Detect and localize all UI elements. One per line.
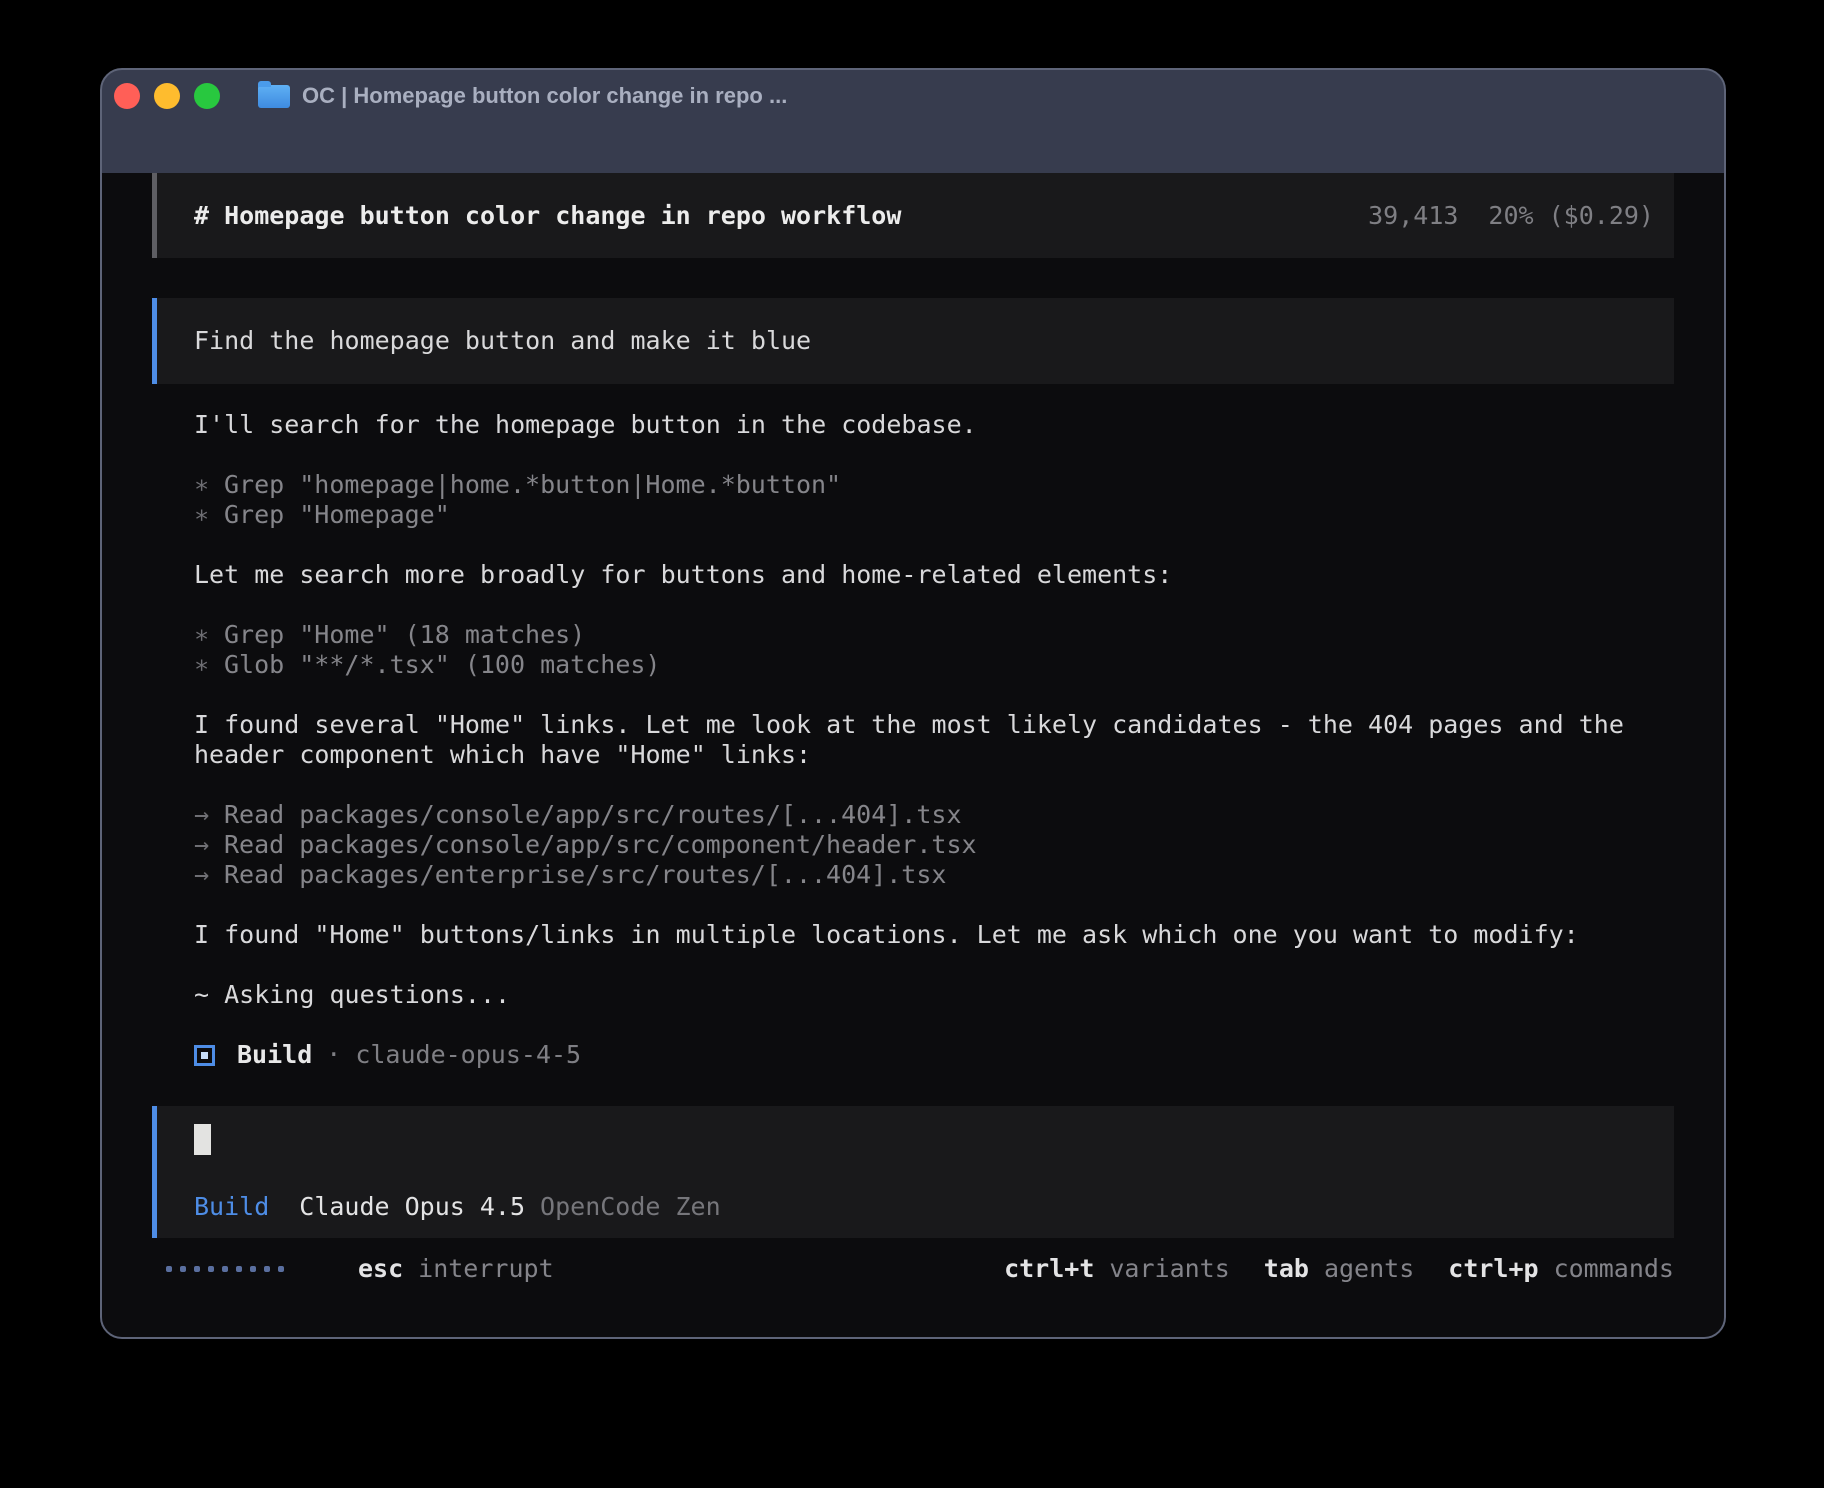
arrow-icon: → (194, 830, 209, 860)
tool-marker-icon: ∗ (194, 470, 209, 500)
assistant-paragraph: Let me search more broadly for buttons a… (194, 560, 1628, 590)
arrow-icon: → (194, 800, 209, 830)
status-bar: esc interrupt ctrl+t variants tab agents… (152, 1254, 1674, 1284)
hint-key: esc (358, 1254, 403, 1284)
tool-marker-icon: ∗ (194, 650, 209, 680)
agent-model: claude-opus-4-5 (355, 1040, 581, 1070)
folder-icon (258, 85, 290, 108)
assistant-paragraph: I found "Home" buttons/links in multiple… (194, 920, 1628, 950)
tool-call-text: Grep "homepage|home.*button|Home.*button… (224, 470, 841, 500)
assistant-paragraph: I found several "Home" links. Let me loo… (194, 710, 1628, 770)
assistant-paragraph: I'll search for the homepage button in t… (194, 410, 1628, 440)
user-message-text: Find the homepage button and make it blu… (194, 326, 811, 356)
tool-call-group: ∗ Grep "homepage|home.*button|Home.*butt… (194, 470, 1628, 530)
agent-build-icon (194, 1045, 215, 1066)
tool-call-text: Grep "Home" (18 matches) (224, 620, 585, 650)
terminal-screen: # Homepage button color change in repo w… (102, 173, 1724, 1339)
statusbar-left: esc interrupt (166, 1254, 554, 1284)
window-title: OC | Homepage button color change in rep… (302, 83, 787, 109)
tool-call-text: Grep "Homepage" (224, 500, 450, 530)
tool-call-read: → Read packages/console/app/src/routes/[… (194, 800, 1628, 830)
tool-call-text: Read packages/console/app/src/routes/[..… (224, 800, 962, 830)
input-provider-label: OpenCode Zen (540, 1192, 721, 1222)
hint-key: ctrl+t (1004, 1254, 1094, 1284)
session-header: # Homepage button color change in repo w… (152, 173, 1674, 258)
tool-call-grep: ∗ Grep "Homepage" (194, 500, 1628, 530)
hint-key: ctrl+p (1448, 1254, 1538, 1284)
text-cursor (194, 1124, 211, 1155)
hint-key: tab (1264, 1254, 1309, 1284)
hint-interrupt: esc interrupt (358, 1254, 554, 1284)
close-button[interactable] (114, 83, 140, 109)
hint-label: agents (1324, 1254, 1414, 1284)
session-title: # Homepage button color change in repo w… (194, 201, 901, 231)
minimize-button[interactable] (154, 83, 180, 109)
tool-call-group: ∗ Grep "Home" (18 matches) ∗ Glob "**/*.… (194, 620, 1628, 680)
prompt-input[interactable]: Build Claude Opus 4.5 OpenCode Zen (152, 1106, 1674, 1238)
token-count: 39,413 (1368, 201, 1458, 231)
hint-label: commands (1554, 1254, 1674, 1284)
dot-separator: · (326, 1040, 341, 1070)
window-titlebar: OC | Homepage button color change in rep… (102, 70, 1724, 122)
tool-call-grep: ∗ Grep "Home" (18 matches) (194, 620, 1628, 650)
tool-call-grep: ∗ Grep "homepage|home.*button|Home.*butt… (194, 470, 1628, 500)
tool-call-group: → Read packages/console/app/src/routes/[… (194, 800, 1628, 890)
statusbar-right: ctrl+t variants tab agents ctrl+p comman… (1004, 1254, 1674, 1284)
tool-call-text: Glob "**/*.tsx" (100 matches) (224, 650, 661, 680)
hint-label: interrupt (418, 1254, 553, 1284)
tool-marker-icon: ∗ (194, 500, 209, 530)
tool-call-read: → Read packages/console/app/src/componen… (194, 830, 1628, 860)
terminal-window: OC | Homepage button color change in rep… (100, 68, 1726, 1339)
hint-agents: tab agents (1264, 1254, 1414, 1284)
input-model-row: Build Claude Opus 4.5 OpenCode Zen (194, 1192, 1650, 1222)
session-stats: 39,413 20% ($0.29) (1368, 201, 1654, 231)
user-message: Find the homepage button and make it blu… (152, 298, 1674, 384)
activity-status: ~ Asking questions... (194, 980, 1628, 1010)
agent-name: Build (237, 1040, 312, 1070)
zoom-button[interactable] (194, 83, 220, 109)
conversation: I'll search for the homepage button in t… (102, 384, 1628, 1070)
hint-commands: ctrl+p commands (1448, 1254, 1674, 1284)
hint-variants: ctrl+t variants (1004, 1254, 1230, 1284)
agent-status-row: Build · claude-opus-4-5 (194, 1040, 1628, 1070)
spinner-dots (166, 1266, 292, 1272)
tool-call-glob: ∗ Glob "**/*.tsx" (100 matches) (194, 650, 1628, 680)
tool-call-read: → Read packages/enterprise/src/routes/[.… (194, 860, 1628, 890)
context-cost: 20% ($0.29) (1488, 201, 1654, 231)
tool-call-text: Read packages/enterprise/src/routes/[...… (224, 860, 946, 890)
input-agent-label[interactable]: Build (194, 1192, 269, 1222)
hint-label: variants (1109, 1254, 1229, 1284)
tool-marker-icon: ∗ (194, 620, 209, 650)
input-model-label[interactable]: Claude Opus 4.5 (299, 1192, 525, 1222)
arrow-icon: → (194, 860, 209, 890)
tool-call-text: Read packages/console/app/src/component/… (224, 830, 977, 860)
